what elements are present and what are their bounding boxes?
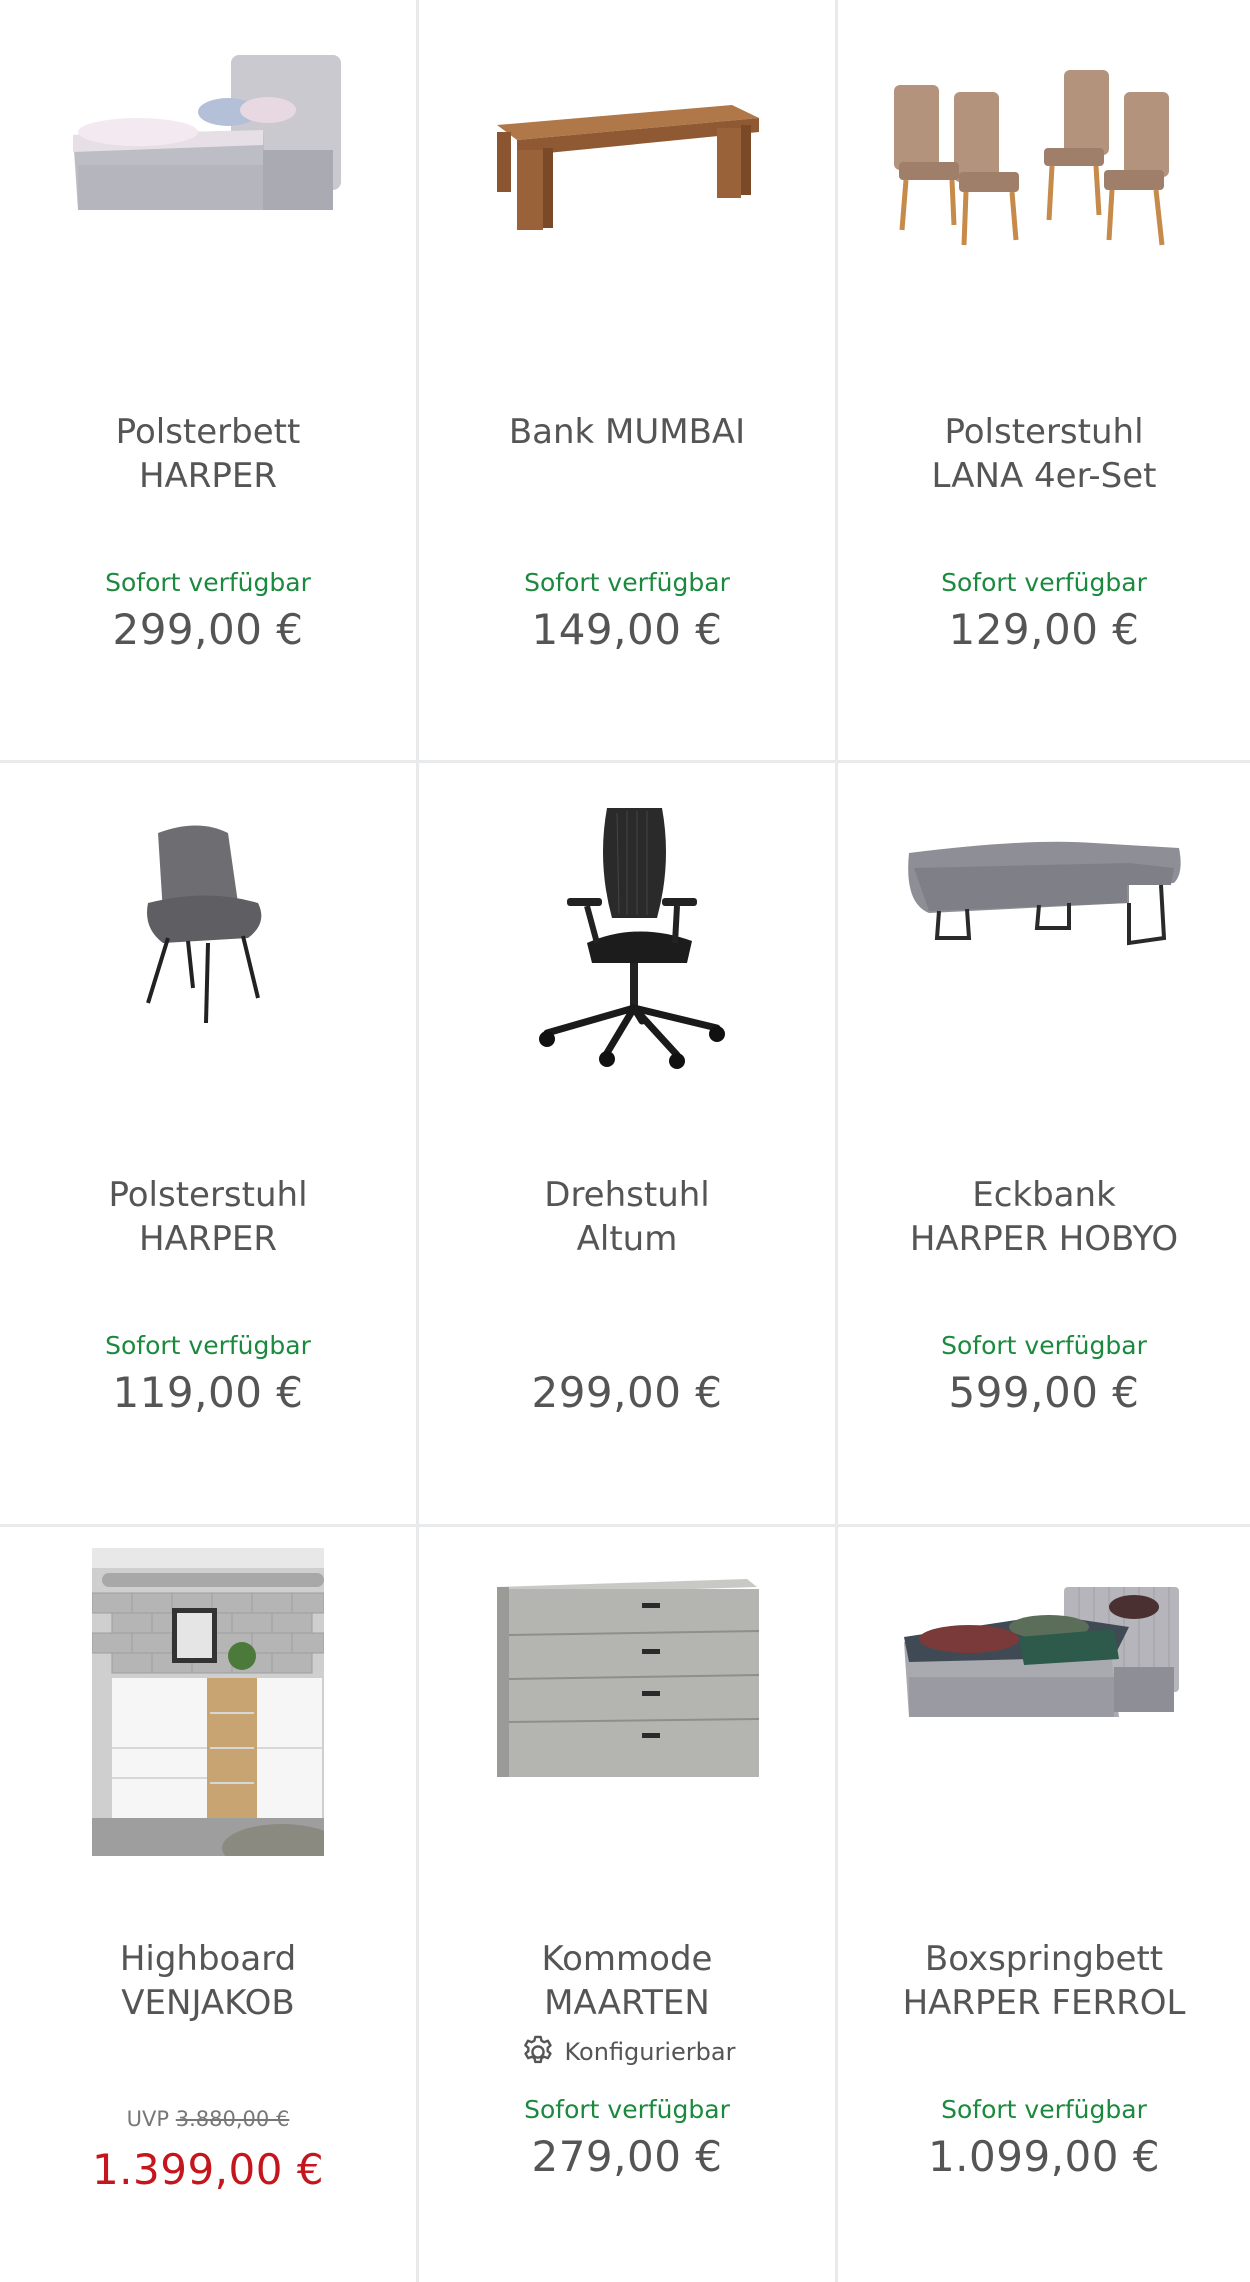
product-image-boxspring-bed[interactable]: [838, 1567, 1250, 1867]
product-card[interactable]: Polsterbett HARPER Sofort verfügbar 299,…: [0, 0, 419, 763]
product-image-highboard-room[interactable]: [0, 1548, 416, 1856]
product-grid: Polsterbett HARPER Sofort verfügbar 299,…: [0, 0, 1250, 2282]
product-title[interactable]: Bank MUMBAI: [429, 410, 825, 454]
product-image-corner-bench[interactable]: [838, 803, 1250, 1103]
product-card[interactable]: Highboard VENJAKOB UVP 3.880,00 € 1.399,…: [0, 1527, 419, 2282]
product-image-office-chair[interactable]: [419, 803, 835, 1103]
product-title[interactable]: Drehstuhl Altum: [429, 1173, 825, 1261]
product-image-upholstered-bed[interactable]: [0, 40, 416, 340]
product-card[interactable]: Kommode MAARTEN Konfigurierbar Sofort ve…: [419, 1527, 838, 2282]
product-title[interactable]: Polsterbett HARPER: [10, 410, 406, 498]
product-title[interactable]: Polsterstuhl HARPER: [10, 1173, 406, 1261]
product-price: 149,00 €: [531, 605, 723, 654]
product-title[interactable]: Eckbank HARPER HOBYO: [848, 1173, 1240, 1261]
gear-icon: [523, 2035, 552, 2064]
product-price: 279,00 €: [531, 2132, 723, 2181]
availability-label: Sofort verfügbar: [941, 2095, 1147, 2124]
product-image-wooden-bench[interactable]: [419, 40, 835, 340]
product-image-upholstered-chair[interactable]: [0, 803, 416, 1103]
original-price: 3.880,00 €: [175, 2107, 290, 2131]
product-price: 1.399,00 €: [91, 2145, 325, 2194]
product-price: 119,00 €: [112, 1368, 304, 1417]
product-title[interactable]: Kommode MAARTEN: [429, 1937, 825, 2025]
availability-label: Sofort verfügbar: [941, 1331, 1147, 1360]
product-price: 299,00 €: [112, 605, 304, 654]
product-image-chest-of-drawers[interactable]: [419, 1567, 835, 1867]
product-title[interactable]: Highboard VENJAKOB: [10, 1937, 406, 2025]
availability-label: Sofort verfügbar: [524, 568, 730, 597]
product-price: 299,00 €: [531, 1368, 723, 1417]
product-card[interactable]: Boxspringbett HARPER FERROL Sofort verfü…: [838, 1527, 1250, 2282]
product-image-chair-set[interactable]: [838, 40, 1250, 340]
product-card[interactable]: Drehstuhl Altum 299,00 €: [419, 763, 838, 1527]
configurable-badge: Konfigurierbar: [419, 2033, 835, 2071]
product-title[interactable]: Boxspringbett HARPER FERROL: [848, 1937, 1240, 2025]
uvp-label: UVP 3.880,00 €: [126, 2107, 290, 2131]
product-price: 1.099,00 €: [927, 2132, 1161, 2181]
product-card[interactable]: Bank MUMBAI Sofort verfügbar 149,00 €: [419, 0, 838, 763]
product-price: 599,00 €: [948, 1368, 1140, 1417]
availability-label: Sofort verfügbar: [524, 2095, 730, 2124]
availability-label: Sofort verfügbar: [105, 1331, 311, 1360]
product-price: 129,00 €: [948, 605, 1140, 654]
product-card[interactable]: Eckbank HARPER HOBYO Sofort verfügbar 59…: [838, 763, 1250, 1527]
product-card[interactable]: Polsterstuhl LANA 4er-Set Sofort verfügb…: [838, 0, 1250, 763]
availability-label: Sofort verfügbar: [941, 568, 1147, 597]
availability-label: Sofort verfügbar: [105, 568, 311, 597]
product-card[interactable]: Polsterstuhl HARPER Sofort verfügbar 119…: [0, 763, 419, 1527]
product-title[interactable]: Polsterstuhl LANA 4er-Set: [848, 410, 1240, 498]
